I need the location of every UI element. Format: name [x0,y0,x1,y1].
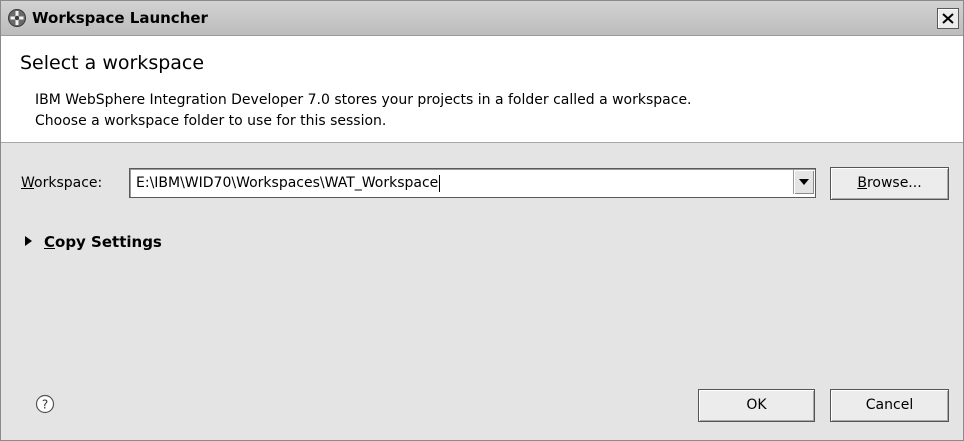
triangle-right-icon [25,236,32,246]
header-description: IBM WebSphere Integration Developer 7.0 … [35,90,692,132]
header-banner: Select a workspace IBM WebSphere Integra… [1,36,963,143]
copy-settings-text: opy Settings [55,233,162,251]
workspace-launcher-icon [8,9,26,27]
workspace-label-mnemonic: W [21,175,35,191]
workspace-launcher-dialog: Workspace Launcher Select a workspace IB… [0,0,964,441]
header-title: Select a workspace [20,52,205,74]
ok-button[interactable]: OK [698,389,815,422]
workspace-label: Workspace: [21,175,102,191]
close-icon [942,13,954,24]
text-cursor [439,175,441,192]
browse-label: rowse... [866,175,922,191]
browse-button[interactable]: Browse... [830,167,949,200]
cancel-button[interactable]: Cancel [830,389,949,422]
copy-settings-mnemonic: C [44,233,56,251]
help-icon[interactable]: ? [35,394,55,414]
chevron-down-icon [799,179,809,185]
title-bar[interactable]: Workspace Launcher [1,1,963,36]
copy-settings-label: Copy Settings [44,233,162,251]
browse-mnemonic: B [857,175,867,191]
window-title: Workspace Launcher [32,9,208,27]
workspace-combo[interactable] [129,168,816,198]
workspace-label-text: orkspace: [34,175,103,191]
header-description-line: Choose a workspace folder to use for thi… [35,113,387,129]
close-button[interactable] [937,8,959,29]
header-description-line: IBM WebSphere Integration Developer 7.0 … [35,92,692,108]
workspace-input[interactable] [136,169,786,197]
workspace-dropdown-button[interactable] [793,170,814,194]
svg-text:?: ? [42,398,48,412]
